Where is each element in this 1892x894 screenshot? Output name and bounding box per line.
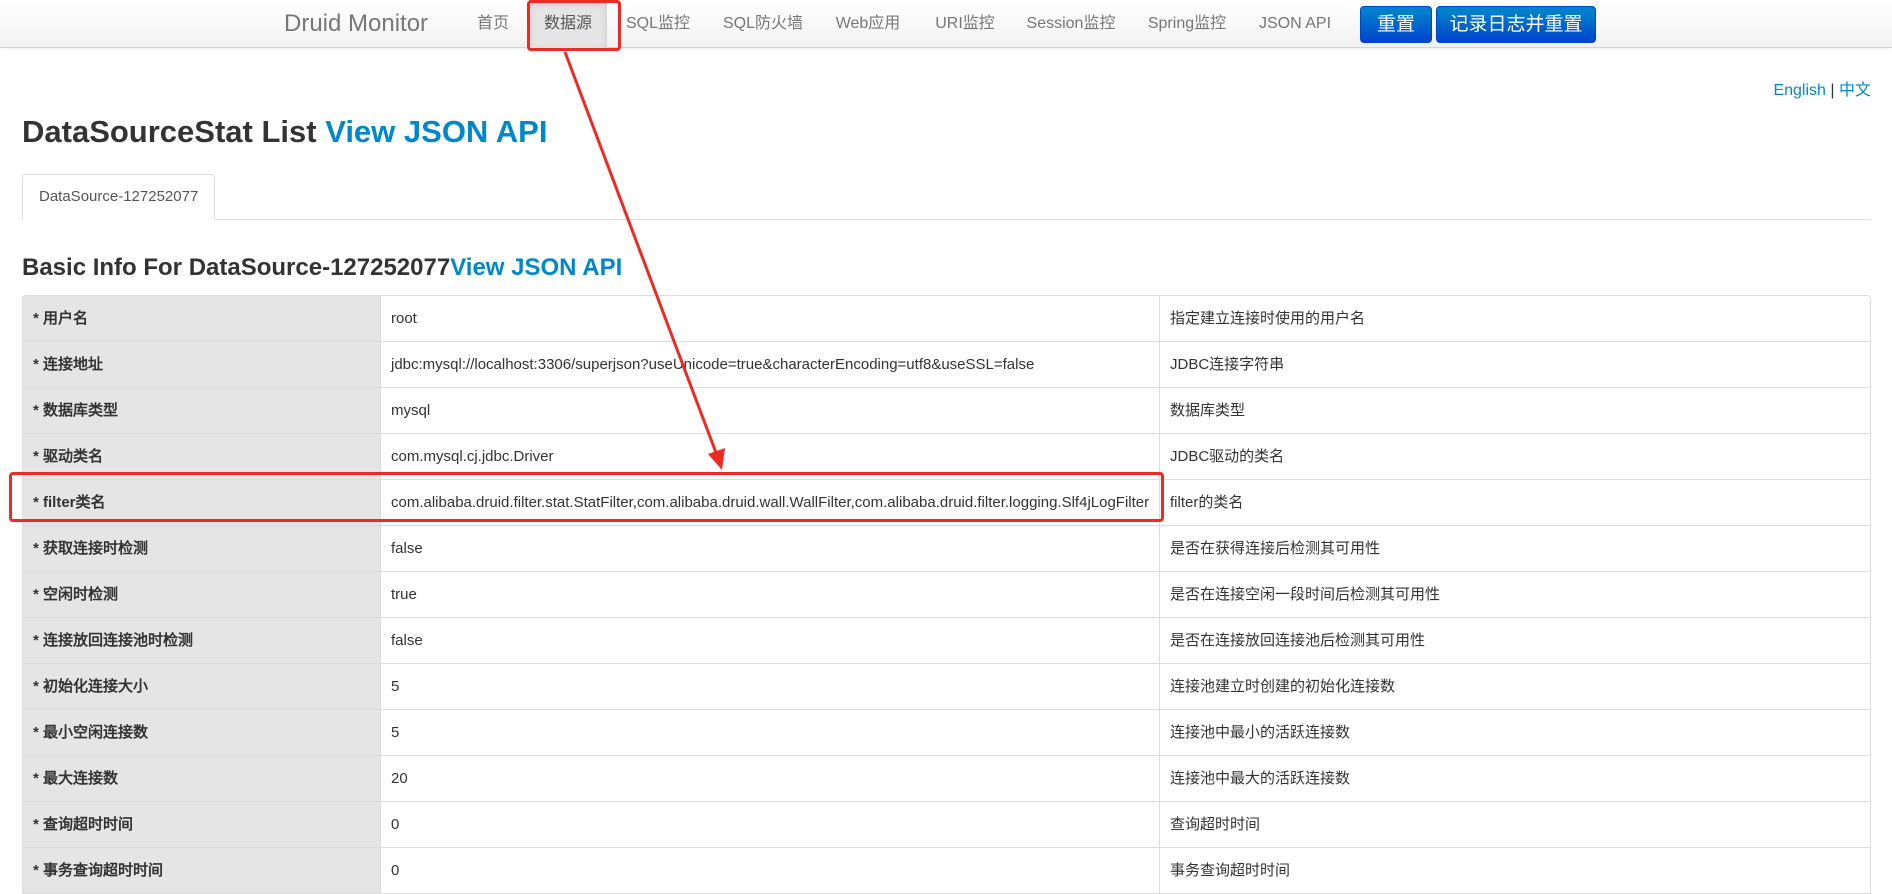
lang-separator: | — [1830, 82, 1835, 99]
table-row: * 连接放回连接池时检测 false 是否在连接放回连接池后检测其可用性 — [23, 618, 1870, 664]
row-desc: filter的类名 — [1159, 480, 1870, 525]
table-row: * 最小空闲连接数 5 连接池中最小的活跃连接数 — [23, 710, 1870, 756]
nav-item-home[interactable]: 首页 — [466, 0, 520, 48]
tab-datasource[interactable]: DataSource-127252077 — [22, 174, 216, 220]
row-label: * 空闲时检测 — [23, 572, 380, 617]
basic-info-title-text: Basic Info For DataSource-127252077 — [22, 254, 451, 281]
row-label: * 事务查询超时时间 — [23, 848, 380, 893]
row-desc: 是否在连接空闲一段时间后检测其可用性 — [1159, 572, 1870, 617]
row-label: * 连接地址 — [23, 342, 380, 387]
row-value: 0 — [380, 848, 1159, 893]
basic-info-title: Basic Info For DataSource-127252077View … — [22, 254, 622, 282]
nav-item-session-monitor[interactable]: Session监控 — [1021, 0, 1121, 48]
page-title-text: DataSourceStat List — [22, 114, 317, 149]
row-desc: 是否在连接放回连接池后检测其可用性 — [1159, 618, 1870, 663]
row-label: * 数据库类型 — [23, 388, 380, 433]
table-row: * 事务查询超时时间 0 事务查询超时时间 — [23, 848, 1870, 894]
row-label: * 获取连接时检测 — [23, 526, 380, 571]
nav-item-spring-monitor[interactable]: Spring监控 — [1143, 0, 1231, 48]
table-row: * 连接地址 jdbc:mysql://localhost:3306/super… — [23, 342, 1870, 388]
row-label: * filter类名 — [23, 480, 380, 525]
datasource-tabs: DataSource-127252077 — [22, 174, 1871, 220]
row-value: 0 — [380, 802, 1159, 847]
lang-english-link[interactable]: English — [1773, 82, 1825, 99]
basic-info-table: * 用户名 root 指定建立连接时使用的用户名 * 连接地址 jdbc:mys… — [22, 295, 1871, 894]
table-row: * 驱动类名 com.mysql.cj.jdbc.Driver JDBC驱动的类… — [23, 434, 1870, 480]
table-row: * filter类名 com.alibaba.druid.filter.stat… — [23, 480, 1870, 526]
row-label: * 最小空闲连接数 — [23, 710, 380, 755]
row-label: * 连接放回连接池时检测 — [23, 618, 380, 663]
nav-item-sql-firewall[interactable]: SQL防火墙 — [715, 0, 811, 48]
lang-chinese-link[interactable]: 中文 — [1839, 82, 1871, 99]
row-desc: 数据库类型 — [1159, 388, 1870, 433]
reset-button[interactable]: 重置 — [1360, 6, 1432, 43]
row-desc: 指定建立连接时使用的用户名 — [1159, 296, 1870, 341]
table-row: * 获取连接时检测 false 是否在获得连接后检测其可用性 — [23, 526, 1870, 572]
row-label: * 初始化连接大小 — [23, 664, 380, 709]
row-value: mysql — [380, 388, 1159, 433]
nav-item-datasource[interactable]: 数据源 — [529, 0, 607, 48]
nav-item-web-app[interactable]: Web应用 — [827, 0, 909, 48]
view-json-api-link[interactable]: View JSON API — [325, 114, 547, 149]
nav-item-json-api[interactable]: JSON API — [1250, 0, 1340, 48]
row-value: com.alibaba.druid.filter.stat.StatFilter… — [380, 480, 1159, 525]
row-value: 5 — [380, 664, 1159, 709]
row-desc: 连接池建立时创建的初始化连接数 — [1159, 664, 1870, 709]
table-row: * 查询超时时间 0 查询超时时间 — [23, 802, 1870, 848]
table-row: * 用户名 root 指定建立连接时使用的用户名 — [23, 296, 1870, 342]
row-value: jdbc:mysql://localhost:3306/superjson?us… — [380, 342, 1159, 387]
nav-item-uri-monitor[interactable]: URI监控 — [925, 0, 1005, 48]
row-label: * 最大连接数 — [23, 756, 380, 801]
row-desc: 事务查询超时时间 — [1159, 848, 1870, 893]
basic-info-json-api-link[interactable]: View JSON API — [450, 254, 622, 281]
row-label: * 驱动类名 — [23, 434, 380, 479]
row-desc: 连接池中最小的活跃连接数 — [1159, 710, 1870, 755]
table-row: * 空闲时检测 true 是否在连接空闲一段时间后检测其可用性 — [23, 572, 1870, 618]
row-value: false — [380, 618, 1159, 663]
row-desc: 是否在获得连接后检测其可用性 — [1159, 526, 1870, 571]
page-title: DataSourceStat List View JSON API — [22, 114, 547, 150]
table-row: * 数据库类型 mysql 数据库类型 — [23, 388, 1870, 434]
row-value: 20 — [380, 756, 1159, 801]
row-label: * 用户名 — [23, 296, 380, 341]
row-value: 5 — [380, 710, 1159, 755]
language-switch: English | 中文 — [1773, 76, 1871, 100]
row-label: * 查询超时时间 — [23, 802, 380, 847]
row-value: true — [380, 572, 1159, 617]
brand-logo[interactable]: Druid Monitor — [284, 10, 428, 38]
row-value: false — [380, 526, 1159, 571]
row-desc: JDBC驱动的类名 — [1159, 434, 1870, 479]
nav-item-sql-monitor[interactable]: SQL监控 — [616, 0, 700, 48]
log-and-reset-button[interactable]: 记录日志并重置 — [1436, 6, 1596, 43]
table-row: * 初始化连接大小 5 连接池建立时创建的初始化连接数 — [23, 664, 1870, 710]
row-value: com.mysql.cj.jdbc.Driver — [380, 434, 1159, 479]
row-desc: 查询超时时间 — [1159, 802, 1870, 847]
row-desc: 连接池中最大的活跃连接数 — [1159, 756, 1870, 801]
row-value: root — [380, 296, 1159, 341]
top-navbar: Druid Monitor 首页 数据源 SQL监控 SQL防火墙 Web应用 … — [0, 0, 1892, 48]
table-row: * 最大连接数 20 连接池中最大的活跃连接数 — [23, 756, 1870, 802]
row-desc: JDBC连接字符串 — [1159, 342, 1870, 387]
